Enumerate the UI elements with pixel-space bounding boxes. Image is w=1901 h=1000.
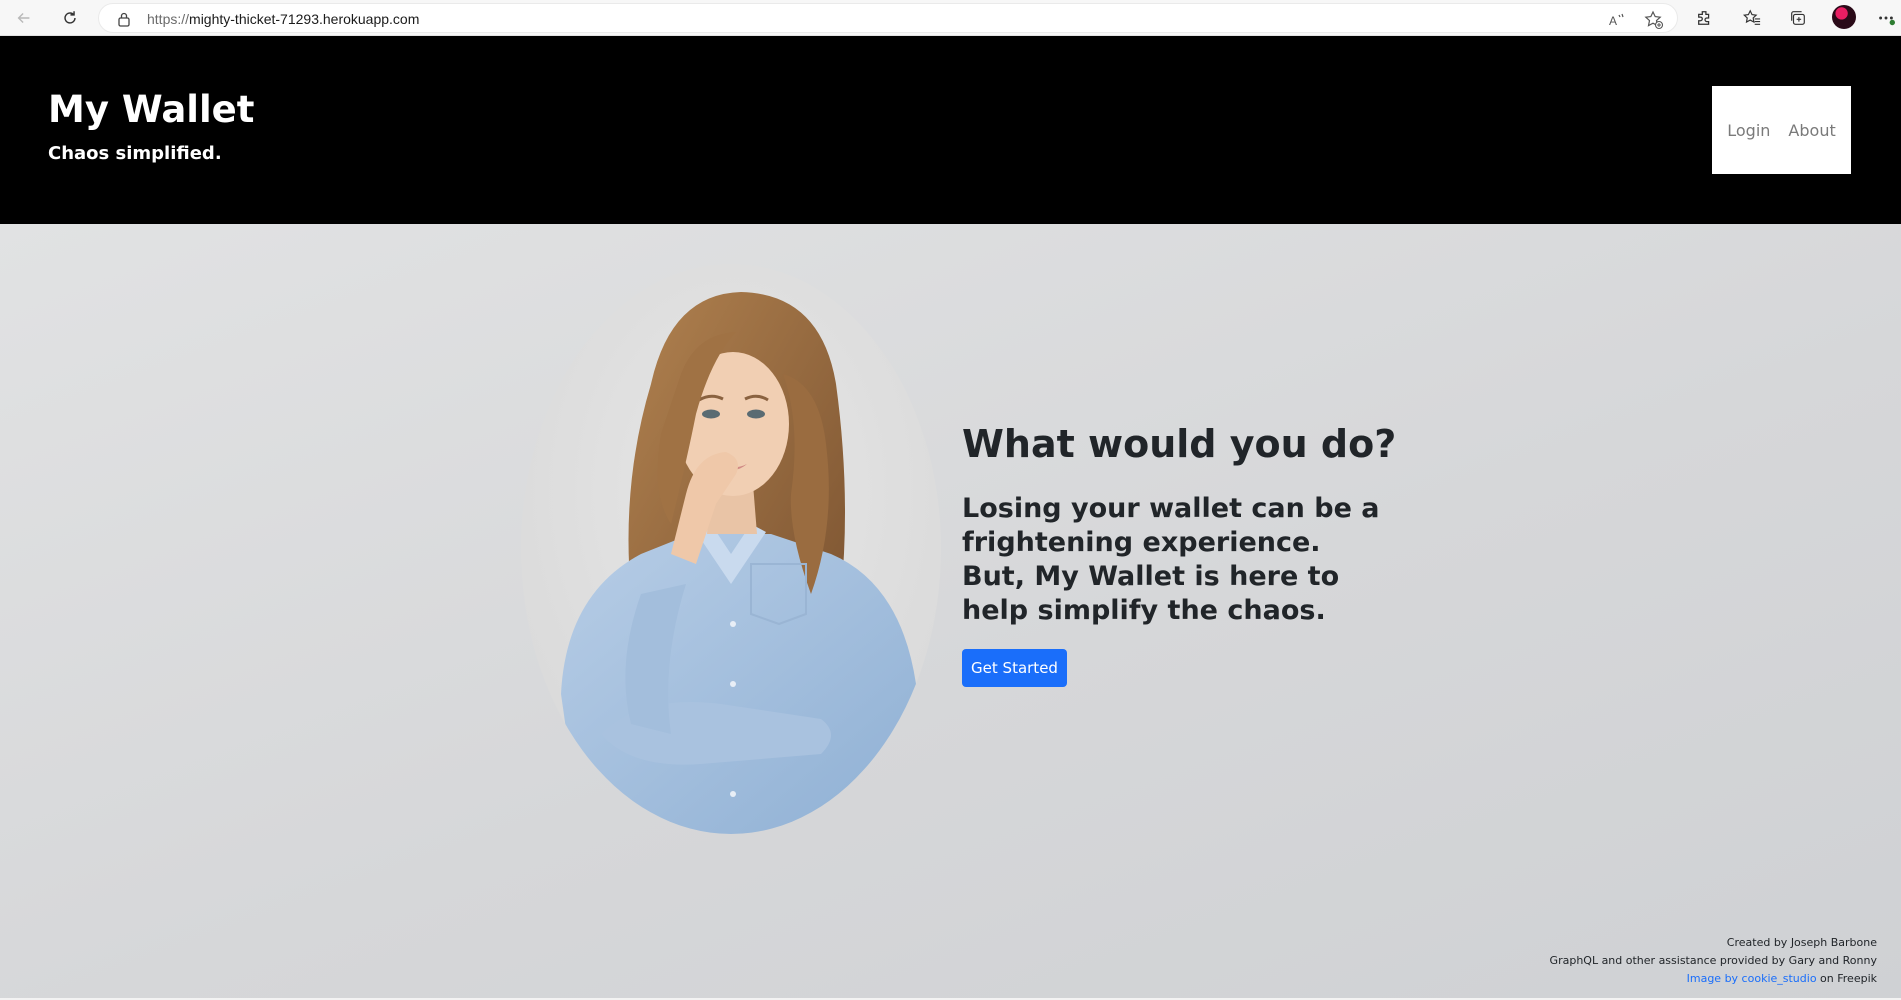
site-header: My Wallet Chaos simplified. Login About xyxy=(0,36,1901,224)
nav-about-link[interactable]: About xyxy=(1788,121,1835,140)
brand-title[interactable]: My Wallet xyxy=(48,88,254,131)
extensions-icon[interactable] xyxy=(1693,6,1717,30)
read-aloud-icon[interactable]: A xyxy=(1607,10,1627,30)
nav-menu: Login About xyxy=(1712,86,1851,174)
brand-tagline: Chaos simplified. xyxy=(48,143,222,164)
collections-icon[interactable] xyxy=(1786,6,1810,30)
profile-avatar[interactable] xyxy=(1832,5,1856,29)
refresh-icon[interactable] xyxy=(56,4,84,32)
footer: Created by Joseph Barbone GraphQL and ot… xyxy=(1550,934,1877,988)
image-credit-suffix: on Freepik xyxy=(1816,972,1877,985)
hero-heading: What would you do? xyxy=(962,422,1397,466)
nav-login-link[interactable]: Login xyxy=(1727,121,1770,140)
favorites-icon[interactable] xyxy=(1740,6,1764,30)
address-bar[interactable]: https://mighty-thicket-71293.herokuapp.c… xyxy=(98,3,1678,33)
image-credit-link[interactable]: Image by cookie_studio xyxy=(1687,972,1817,985)
more-icon[interactable] xyxy=(1875,6,1897,30)
hero-description: Losing your wallet can be a frightening … xyxy=(962,493,1380,626)
hero-section: What would you do? Losing your wallet ca… xyxy=(0,224,1901,1000)
browser-toolbar: https://mighty-thicket-71293.herokuapp.c… xyxy=(0,0,1901,36)
url-text[interactable]: https://mighty-thicket-71293.herokuapp.c… xyxy=(147,11,419,27)
lock-icon[interactable] xyxy=(117,11,131,27)
footer-created-by: Created by Joseph Barbone xyxy=(1726,936,1877,949)
hero-image xyxy=(521,264,941,834)
get-started-button[interactable]: Get Started xyxy=(962,649,1067,687)
footer-image-credit: Image by cookie_studio on Freepik xyxy=(1550,970,1877,988)
svg-text:A: A xyxy=(1609,14,1617,28)
footer-assistance: GraphQL and other assistance provided by… xyxy=(1549,954,1877,967)
back-arrow-icon[interactable] xyxy=(10,4,38,32)
add-favorite-icon[interactable] xyxy=(1644,10,1664,30)
